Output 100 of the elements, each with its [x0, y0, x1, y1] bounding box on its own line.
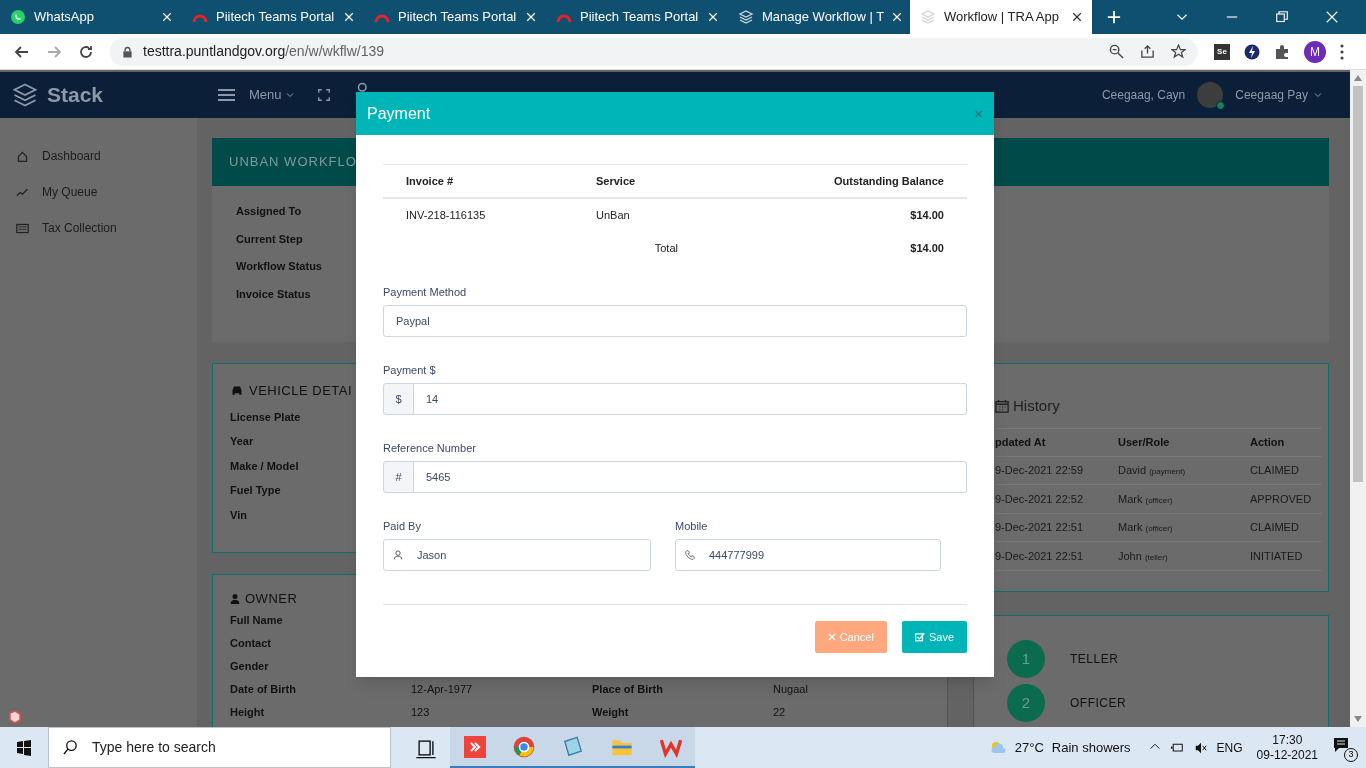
notepad-icon — [561, 735, 584, 758]
menu-icon[interactable] — [218, 88, 235, 102]
field-label: Assigned To — [236, 204, 302, 219]
back-icon[interactable] — [14, 43, 30, 60]
scrollbar-thumb[interactable] — [1353, 86, 1363, 482]
table-cell-text: 9-Dec-2021 22:59 — [995, 463, 1085, 478]
table-cell-text: $14.00 — [909, 208, 945, 224]
whatsapp-icon — [10, 9, 26, 25]
office-button[interactable] — [646, 727, 695, 768]
logo-icon[interactable] — [8, 709, 24, 725]
total-label: Total — [653, 241, 679, 257]
browser-tab[interactable]: WhatsApp — [0, 0, 182, 34]
field-label: Gender — [230, 658, 270, 674]
chevron-down-icon — [285, 91, 294, 99]
mobile-field[interactable]: 444777999 — [675, 539, 941, 571]
browser-icon — [512, 735, 535, 758]
table-cell-text: INV-218-116135 — [405, 208, 487, 224]
column-header: Outstanding Balance — [832, 173, 945, 189]
field-label: Workflow Status — [236, 259, 322, 274]
battery-icon[interactable] — [1168, 741, 1185, 754]
browser-tab[interactable]: Workflow | TRA App — [910, 0, 1092, 34]
puzzle-icon[interactable] — [1274, 43, 1290, 60]
layers-icon — [738, 9, 754, 25]
field-label: Year — [230, 434, 254, 450]
column-header: Invoice # — [405, 173, 455, 189]
taskbar-search-field[interactable]: Type here to search — [48, 727, 391, 768]
windows-icon[interactable] — [16, 739, 32, 756]
chat-icon — [1332, 736, 1350, 753]
user-menu[interactable]: Ceegaag Pay — [1235, 86, 1322, 104]
section-title: VEHICLE DETAI — [249, 382, 353, 400]
field-value: 123 — [411, 704, 431, 720]
scrollbar[interactable] — [1350, 70, 1366, 727]
bolt-icon[interactable] — [1244, 43, 1260, 60]
paid-by-field[interactable]: Jason — [383, 539, 651, 571]
avatar[interactable] — [1197, 82, 1224, 108]
field-label: Place of Birth — [592, 681, 664, 697]
extension-button[interactable]: Se — [1214, 43, 1230, 60]
search-icon — [63, 740, 78, 755]
payment-amount-field[interactable]: 14 — [414, 383, 967, 415]
layers-icon — [920, 9, 936, 25]
column-header: Service — [595, 173, 637, 189]
field-label: Date of Birth — [230, 681, 297, 697]
payment-method-field[interactable]: Paypal — [383, 305, 967, 337]
field-value: 22 — [773, 704, 787, 720]
field-label: Weight — [592, 704, 630, 720]
star-icon[interactable] — [1171, 44, 1186, 59]
scroll-down-icon[interactable] — [1354, 716, 1362, 722]
reload-icon[interactable] — [78, 43, 94, 60]
browser-tab[interactable]: Piitech Teams Portal — [546, 0, 728, 34]
table-cell-text: 9-Dec-2021 22:52 — [995, 491, 1085, 507]
input-addon: $ — [383, 383, 414, 415]
column-header: pdated At — [995, 434, 1047, 450]
field-label: Invoice Status — [236, 286, 311, 302]
close-icon — [827, 633, 836, 641]
reference-number-field[interactable]: 5465 — [414, 461, 967, 493]
expand-icon[interactable] — [317, 89, 330, 101]
total-value: $14.00 — [909, 241, 945, 257]
menu-dropdown[interactable]: Menu — [249, 85, 294, 105]
field-value: Nugaal — [773, 681, 809, 697]
temperature: 27°C — [1014, 738, 1044, 757]
address-bar[interactable]: testtra.puntlandgov.org/en/w/wkflw/139 — [110, 37, 1198, 66]
new-tab-icon[interactable] — [1107, 10, 1121, 24]
close-icon[interactable] — [1072, 12, 1082, 22]
table-cell-text: APPROVED — [1250, 491, 1313, 507]
restore-icon[interactable] — [1276, 11, 1288, 23]
card-icon — [16, 221, 29, 235]
table-cell-text: INITIATED — [1250, 548, 1304, 564]
person-icon — [230, 592, 240, 605]
calendar-icon — [995, 399, 1009, 414]
field-label: Payment Method — [383, 285, 468, 298]
user-name: Ceegaag, Cayn — [1101, 87, 1186, 104]
table-cell-text: John (teller) — [1118, 548, 1169, 564]
browser-tab[interactable]: Manage Workflow | T — [728, 0, 910, 34]
kebab-menu-icon[interactable] — [1340, 43, 1344, 60]
field-label: Contact — [230, 635, 272, 651]
zoom-icon[interactable] — [1109, 44, 1124, 59]
browser-tab[interactable]: Piitech Teams Portal — [364, 0, 546, 34]
browser-tab[interactable]: Piitech Teams Portal — [182, 0, 364, 34]
chevron-down-icon — [1314, 91, 1322, 99]
clock[interactable]: 17:30 09-12-2021 — [1256, 732, 1318, 763]
step-number: 1 — [1007, 640, 1045, 678]
input-addon: # — [383, 461, 414, 493]
scroll-up-icon[interactable] — [1354, 75, 1362, 81]
field-label: Make / Model — [230, 458, 299, 474]
language-indicator[interactable]: ENG — [1216, 738, 1243, 757]
url-text: testtra.puntlandgov.org/en/w/wkflw/139 — [143, 42, 384, 61]
notification-count: 3 — [1344, 747, 1358, 762]
field-label: Current Step — [236, 231, 303, 247]
step-label: TELLER — [1070, 651, 1119, 668]
profile-avatar[interactable]: M — [1304, 40, 1326, 63]
table-cell-text: 9-Dec-2021 22:51 — [995, 548, 1085, 564]
table-cell-text: Mark (officer) — [1118, 491, 1174, 507]
share-icon[interactable] — [1140, 44, 1155, 59]
card-title: UNBAN WORKFLO — [229, 153, 357, 172]
dialog-title: Payment — [367, 103, 431, 124]
search-icon[interactable] — [356, 82, 369, 94]
card-title: History — [1013, 396, 1060, 416]
home-icon — [16, 149, 29, 163]
field-label: License Plate — [230, 409, 301, 425]
weather-text: Rain showers — [1051, 738, 1131, 757]
